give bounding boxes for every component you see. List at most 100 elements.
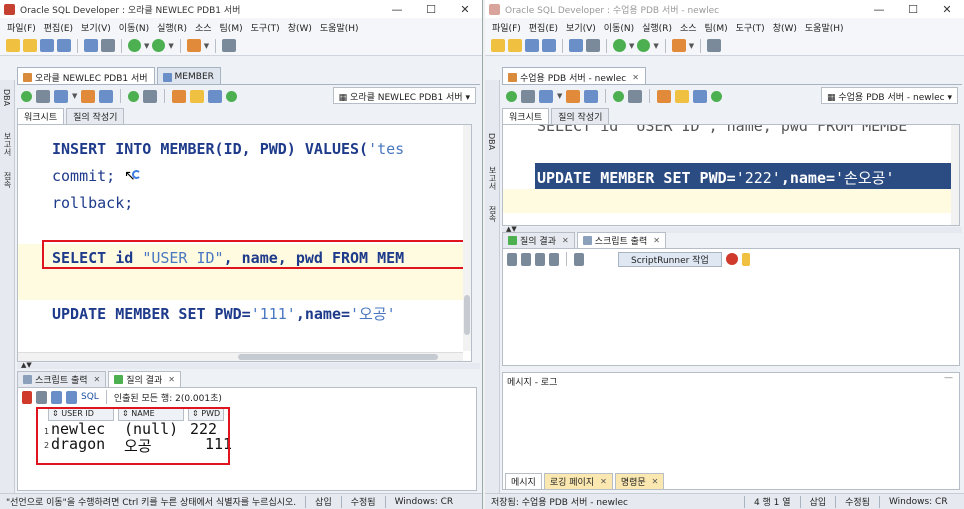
open-icon[interactable]	[508, 39, 522, 52]
refresh-icon[interactable]	[66, 390, 77, 404]
tab-script-output[interactable]: 스크립트 출력 ✕	[17, 371, 107, 387]
horizontal-scrollbar[interactable]	[18, 352, 463, 361]
minimize-button[interactable]: —	[380, 3, 414, 16]
scrollbar-thumb[interactable]	[238, 354, 438, 360]
minimize-button[interactable]: —	[862, 3, 896, 16]
history-icon[interactable]	[208, 89, 223, 103]
close-icon[interactable]: ✕	[652, 477, 659, 486]
connection-selector[interactable]: ▦ 수업용 PDB 서버 - newlec ▾	[821, 87, 958, 104]
menu-file[interactable]: 파일(F)	[3, 21, 40, 34]
commit-icon[interactable]	[584, 89, 599, 103]
close-icon[interactable]: ✕	[632, 73, 639, 82]
rollback-icon[interactable]	[628, 89, 643, 103]
run-statement-icon[interactable]	[21, 90, 32, 102]
tab-query-builder[interactable]: 질의 작성기	[551, 108, 610, 124]
menu-team[interactable]: 팀(M)	[216, 21, 247, 34]
sql-tuning-icon[interactable]	[613, 90, 625, 102]
sidebar-item-dba[interactable]: DBA	[0, 86, 13, 109]
chevron-down-icon[interactable]: ▼	[144, 42, 149, 50]
tab-class-pdb[interactable]: 수업용 PDB 서버 - newlec ✕	[502, 67, 646, 84]
edit-icon[interactable]	[521, 252, 531, 266]
save-icon[interactable]	[535, 252, 545, 266]
cancel-icon[interactable]	[725, 253, 738, 265]
maximize-button[interactable]: ☐	[896, 3, 930, 16]
save-icon[interactable]	[525, 39, 539, 52]
binoculars-icon[interactable]	[707, 39, 722, 52]
save-icon[interactable]	[40, 39, 54, 52]
splitter[interactable]: ▲▼	[17, 361, 480, 369]
back-icon[interactable]	[613, 39, 626, 52]
export-icon[interactable]	[51, 390, 62, 404]
maximize-button[interactable]: ☐	[414, 3, 448, 16]
unshared-sql-icon[interactable]	[657, 89, 672, 103]
chevron-down-icon[interactable]: ▼	[557, 92, 562, 100]
sidebar-item-reports[interactable]: 보고서	[0, 129, 15, 159]
menu-edit[interactable]: 편집(E)	[525, 21, 562, 34]
chevron-down-icon[interactable]: ▼	[689, 42, 694, 50]
chevron-down-icon[interactable]: ▼	[629, 42, 634, 50]
sql-editor[interactable]: INSERT INTO MEMBER(ID, PWD) VALUES('tes …	[17, 124, 472, 362]
close-icon[interactable]: ✕	[653, 236, 660, 245]
sql-link[interactable]: SQL	[81, 392, 99, 402]
sidebar-item-reports[interactable]: 보고서	[485, 163, 500, 193]
print-icon[interactable]	[549, 252, 559, 266]
menu-window[interactable]: 창(W)	[284, 21, 316, 34]
vertical-scrollbar[interactable]	[951, 125, 959, 225]
menu-view[interactable]: 보기(V)	[77, 21, 115, 34]
close-icon[interactable]: ✕	[562, 236, 569, 245]
tab-messages[interactable]: 메시지	[505, 473, 542, 489]
tab-query-result[interactable]: 질의 결과 ✕	[108, 371, 181, 387]
chevron-down-icon[interactable]: ▼	[168, 42, 173, 50]
tab-query-result[interactable]: 질의 결과 ✕	[502, 232, 575, 248]
tab-logging-page[interactable]: 로깅 페이지 ✕	[543, 473, 613, 489]
sidebar-item-connections[interactable]: 접속	[0, 169, 15, 191]
tab-worksheet[interactable]: 워크시트	[502, 108, 550, 124]
pause-icon[interactable]	[741, 252, 750, 266]
tab-member[interactable]: MEMBER	[156, 67, 221, 84]
close-icon[interactable]: ✕	[600, 477, 607, 486]
sql-icon[interactable]	[186, 39, 201, 52]
run-script-icon[interactable]	[36, 89, 50, 103]
autotrace-icon[interactable]	[54, 89, 68, 103]
back-icon[interactable]	[128, 39, 141, 52]
save-all-icon[interactable]	[542, 39, 556, 52]
menu-navigate[interactable]: 이동(N)	[600, 21, 638, 34]
sql-tuning-icon[interactable]	[128, 90, 140, 102]
binoculars-icon[interactable]	[222, 39, 237, 52]
save-all-icon[interactable]	[57, 39, 71, 52]
format-icon[interactable]	[711, 90, 723, 102]
autotrace-icon[interactable]	[539, 89, 553, 103]
forward-icon[interactable]	[637, 39, 651, 52]
chevron-down-icon[interactable]: ▼	[653, 42, 658, 50]
sql-icon[interactable]	[671, 39, 686, 52]
history-icon[interactable]	[693, 89, 708, 103]
close-icon[interactable]: ✕	[94, 375, 101, 384]
menu-help[interactable]: 도움말(H)	[316, 21, 363, 34]
menu-source[interactable]: 소스	[191, 21, 216, 34]
scrollbar-thumb[interactable]	[464, 295, 470, 335]
clear-icon[interactable]	[675, 89, 690, 103]
menu-team[interactable]: 팀(M)	[701, 21, 732, 34]
tab-newlec-pdb1[interactable]: 오라클 NEWLEC PDB1 서버	[17, 67, 155, 84]
chevron-down-icon[interactable]: ▼	[204, 42, 209, 50]
undo-icon[interactable]	[84, 39, 98, 52]
menu-help[interactable]: 도움말(H)	[801, 21, 848, 34]
sidebar-item-dba[interactable]: DBA	[485, 130, 498, 153]
tab-worksheet[interactable]: 워크시트	[17, 108, 65, 124]
unshared-sql-icon[interactable]	[172, 89, 187, 103]
run-statement-icon[interactable]	[506, 90, 517, 102]
clear-icon[interactable]	[574, 252, 584, 266]
scriptrunner-task[interactable]: ScriptRunner 작업	[618, 251, 722, 267]
pin-icon[interactable]	[22, 390, 32, 404]
chevron-down-icon[interactable]: ▼	[72, 92, 77, 100]
menu-file[interactable]: 파일(F)	[488, 21, 525, 34]
menu-source[interactable]: 소스	[676, 21, 701, 34]
redo-icon[interactable]	[586, 39, 600, 52]
menu-run[interactable]: 실행(R)	[638, 21, 676, 34]
open-icon[interactable]	[23, 39, 37, 52]
explain-plan-icon[interactable]	[81, 89, 96, 103]
menu-run[interactable]: 실행(R)	[153, 21, 191, 34]
menu-navigate[interactable]: 이동(N)	[115, 21, 153, 34]
rollback-icon[interactable]	[143, 89, 158, 103]
forward-icon[interactable]	[152, 39, 166, 52]
